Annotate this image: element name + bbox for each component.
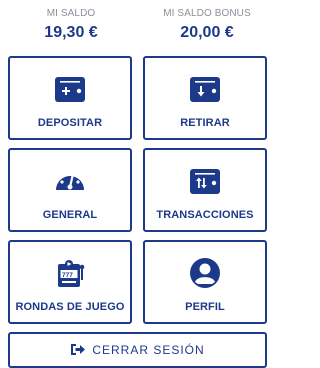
transactions-label: TRANSACCIONES <box>156 209 254 221</box>
deposit-button[interactable]: DEPOSITAR <box>8 56 132 140</box>
withdraw-label: RETIRAR <box>180 117 230 129</box>
wallet-plus-icon <box>55 77 85 102</box>
wallet-transfer-icon <box>190 169 220 194</box>
wallet-arrow-down-icon <box>190 77 220 102</box>
user-icon <box>190 258 220 288</box>
main-balance: MI SALDO 19,30 € <box>6 8 136 42</box>
sign-out-icon <box>71 344 86 355</box>
general-label: GENERAL <box>42 209 98 221</box>
withdraw-button[interactable]: RETIRAR <box>143 56 267 140</box>
main-balance-label: MI SALDO <box>46 8 96 19</box>
profile-button[interactable]: PERFIL <box>143 240 267 324</box>
gauge-icon <box>56 172 84 190</box>
balance-summary: MI SALDO 19,30 € MI SALDO BONUS 20,00 € <box>0 0 285 54</box>
bonus-balance: MI SALDO BONUS 20,00 € <box>142 8 272 42</box>
logout-content: CERRAR SESIÓN <box>10 343 265 357</box>
profile-label: PERFIL <box>185 301 225 313</box>
transactions-button[interactable]: TRANSACCIONES <box>143 148 267 232</box>
bonus-balance-value: 20,00 € <box>180 24 234 41</box>
slot-machine-icon: 777 <box>58 260 85 287</box>
bonus-balance-label: MI SALDO BONUS <box>163 8 251 19</box>
deposit-label: DEPOSITAR <box>37 117 103 129</box>
game-rounds-button[interactable]: 777 RONDAS DE JUEGO <box>8 240 132 324</box>
logout-label: CERRAR SESIÓN <box>92 343 205 357</box>
logout-button[interactable]: CERRAR SESIÓN <box>8 332 267 368</box>
svg-text:777: 777 <box>62 272 73 279</box>
game-rounds-label: RONDAS DE JUEGO <box>15 301 125 313</box>
main-balance-value: 19,30 € <box>44 24 98 41</box>
general-button[interactable]: GENERAL <box>8 148 132 232</box>
